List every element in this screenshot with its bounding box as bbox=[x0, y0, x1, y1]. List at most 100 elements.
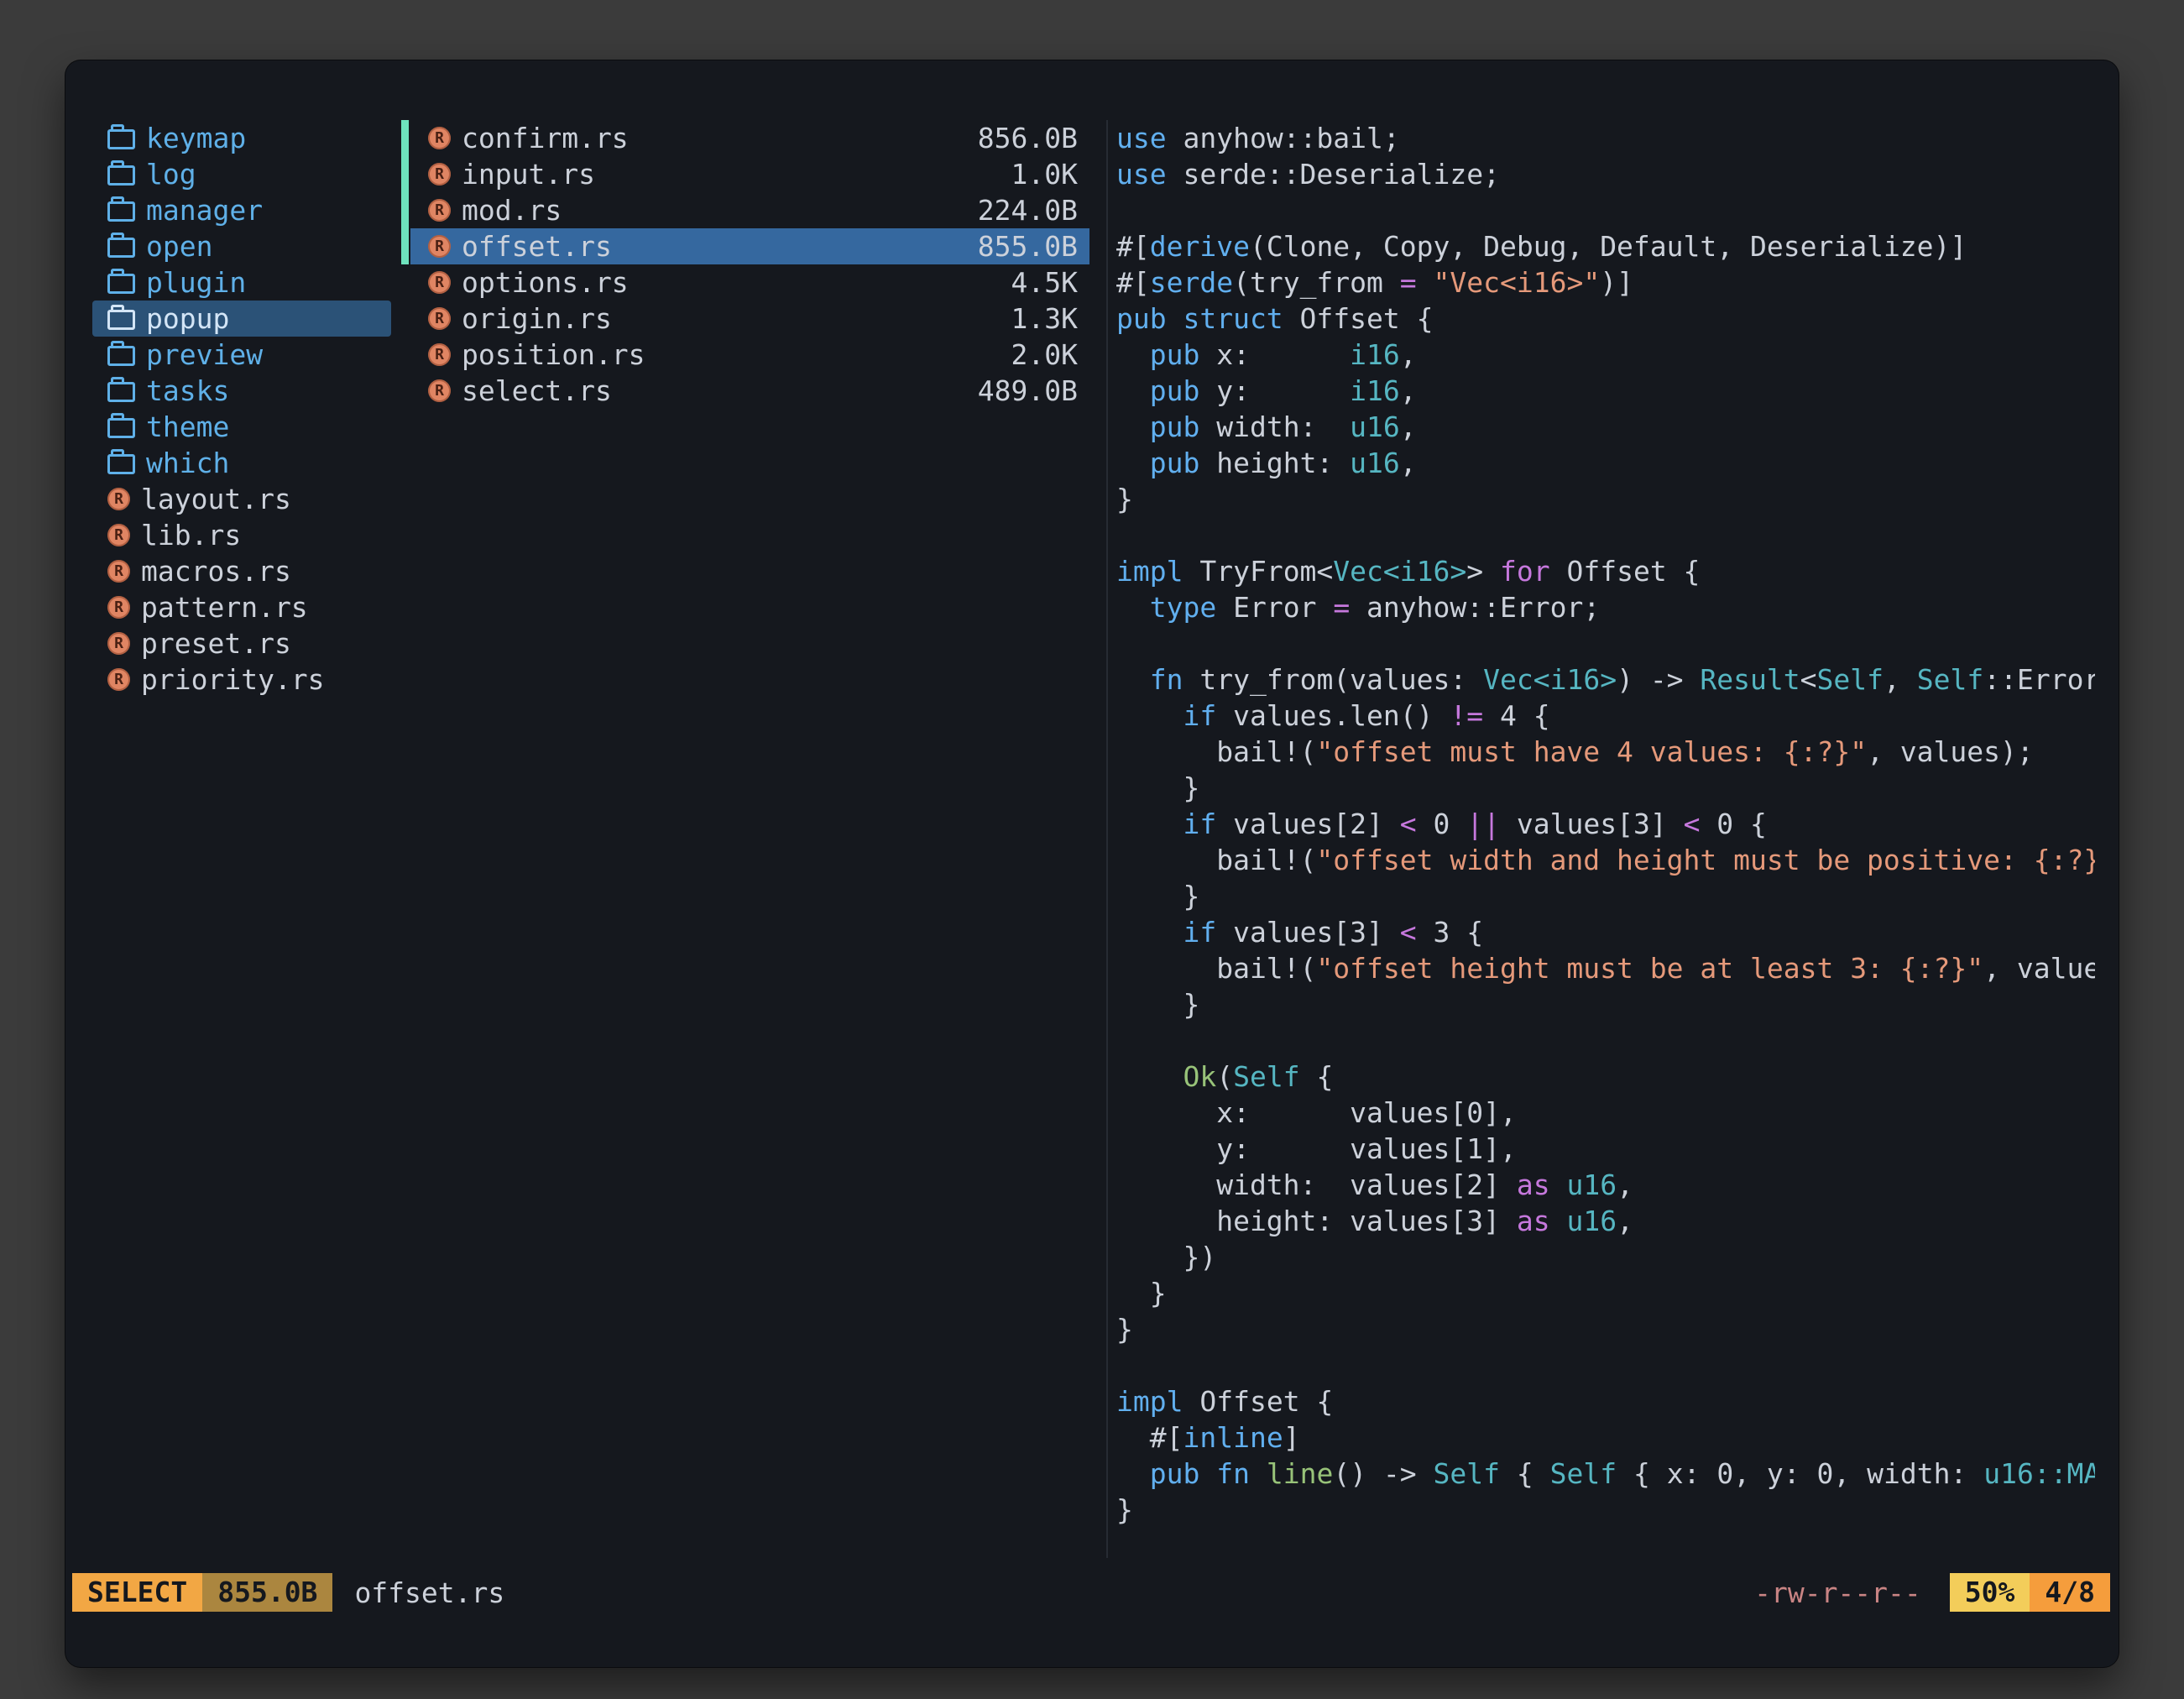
code-token bbox=[1417, 266, 1434, 299]
sidebar-item-theme[interactable]: theme bbox=[92, 409, 391, 445]
sidebar-item-macros-rs[interactable]: Rmacros.rs bbox=[92, 553, 391, 589]
rust-file-icon: R bbox=[107, 560, 130, 583]
code-token: ) -> bbox=[1617, 663, 1700, 696]
scroll-percent-badge: 50% bbox=[1950, 1573, 2030, 1612]
code-token: values.len() bbox=[1216, 699, 1450, 732]
code-token: serde::Deserialize; bbox=[1167, 158, 1500, 191]
item-label: lib.rs bbox=[141, 519, 241, 552]
code-token: pub struct bbox=[1116, 302, 1283, 335]
file-name: mod.rs bbox=[462, 194, 562, 227]
folder-icon bbox=[107, 165, 135, 186]
code-token: { bbox=[1500, 1457, 1550, 1490]
code-token: } bbox=[1116, 1277, 1167, 1310]
sidebar-item-preset-rs[interactable]: Rpreset.rs bbox=[92, 625, 391, 661]
code-token: u16 bbox=[1350, 410, 1400, 443]
sidebar-item-tasks[interactable]: tasks bbox=[92, 373, 391, 409]
code-line: }) bbox=[1116, 1239, 2095, 1275]
code-line: pub width: u16, bbox=[1116, 409, 2095, 445]
code-token: u16 bbox=[1350, 447, 1400, 479]
code-token: #[ bbox=[1116, 1421, 1183, 1454]
item-label: preview bbox=[146, 338, 263, 371]
code-token: , bbox=[1617, 1168, 1633, 1201]
code-token: , bbox=[1400, 447, 1417, 479]
folder-icon bbox=[107, 454, 135, 474]
code-token: ( bbox=[1216, 1060, 1233, 1093]
rust-file-icon: R bbox=[428, 199, 451, 222]
file-size: 4.5K bbox=[1011, 266, 1078, 299]
code-token bbox=[1250, 1457, 1267, 1490]
sidebar-item-preview[interactable]: preview bbox=[92, 337, 391, 373]
code-line: } bbox=[1116, 1492, 2095, 1528]
code-line bbox=[1116, 517, 2095, 553]
file-preview-pane[interactable]: use anyhow::bail;use serde::Deserialize;… bbox=[1116, 120, 2095, 1558]
file-size: 2.0K bbox=[1011, 338, 1078, 371]
sidebar-item-which[interactable]: which bbox=[92, 445, 391, 481]
sidebar-item-layout-rs[interactable]: Rlayout.rs bbox=[92, 481, 391, 517]
code-line bbox=[1116, 192, 2095, 228]
sidebar-item-open[interactable]: open bbox=[92, 228, 391, 264]
item-label: pattern.rs bbox=[141, 591, 308, 624]
code-token: bail!( bbox=[1116, 952, 1316, 985]
code-token: #[ bbox=[1116, 266, 1150, 299]
rust-file-icon: R bbox=[107, 488, 130, 510]
code-token: } bbox=[1116, 1493, 1133, 1526]
code-token: } bbox=[1116, 1313, 1133, 1346]
code-token: if bbox=[1183, 808, 1216, 840]
code-token: values[3] bbox=[1216, 916, 1400, 949]
code-token bbox=[1116, 916, 1183, 949]
code-token: u16 bbox=[1566, 1168, 1617, 1201]
code-token: try_from(values: bbox=[1183, 663, 1484, 696]
code-token bbox=[1116, 410, 1150, 443]
file-row-mod-rs[interactable]: Rmod.rs 224.0B bbox=[401, 192, 1089, 228]
code-line: height: values[3] as u16, bbox=[1116, 1203, 2095, 1239]
folder-icon bbox=[107, 274, 135, 294]
code-line: pub struct Offset { bbox=[1116, 301, 2095, 337]
file-row-offset-rs[interactable]: Roffset.rs855.0B bbox=[401, 228, 1089, 264]
sidebar-item-popup[interactable]: popup bbox=[92, 301, 391, 337]
code-line: #[derive(Clone, Copy, Debug, Default, De… bbox=[1116, 228, 2095, 264]
file-size-badge: 855.0B bbox=[202, 1573, 332, 1612]
file-row-input-rs[interactable]: Rinput.rs1.0K bbox=[401, 156, 1089, 192]
file-row-confirm-rs[interactable]: Rconfirm.rs856.0B bbox=[401, 120, 1089, 156]
rust-file-icon: R bbox=[107, 632, 130, 655]
code-token: = bbox=[1400, 266, 1417, 299]
file-size: 224.0B bbox=[978, 194, 1078, 227]
code-token: "offset height must be at least 3: {:?}" bbox=[1316, 952, 1983, 985]
file-row-options-rs[interactable]: Roptions.rs4.5K bbox=[401, 264, 1089, 301]
code-token: Self bbox=[1550, 1457, 1617, 1490]
code-line: if values[2] < 0 || values[3] < 0 { bbox=[1116, 806, 2095, 842]
code-token: anyhow::bail; bbox=[1167, 122, 1400, 154]
sidebar-item-lib-rs[interactable]: Rlib.rs bbox=[92, 517, 391, 553]
code-token: ::Error bbox=[1983, 663, 2095, 696]
file-row-position-rs[interactable]: Rposition.rs2.0K bbox=[401, 337, 1089, 373]
code-token: width: values[2] bbox=[1116, 1168, 1517, 1201]
rust-file-icon: R bbox=[428, 343, 451, 366]
code-token: 0 { bbox=[1700, 808, 1766, 840]
code-token: "offset must have 4 values: {:?}" bbox=[1316, 735, 1867, 768]
code-token: != bbox=[1450, 699, 1483, 732]
sidebar-item-plugin[interactable]: plugin bbox=[92, 264, 391, 301]
rust-file-icon: R bbox=[428, 163, 451, 186]
sidebar-item-manager[interactable]: manager bbox=[92, 192, 391, 228]
file-row-select-rs[interactable]: Rselect.rs489.0B bbox=[401, 373, 1089, 409]
code-token: Self bbox=[1817, 663, 1884, 696]
sidebar-item-log[interactable]: log bbox=[92, 156, 391, 192]
code-token: Self bbox=[1434, 1457, 1500, 1490]
item-label: open bbox=[146, 230, 212, 263]
sidebar-item-pattern-rs[interactable]: Rpattern.rs bbox=[92, 589, 391, 625]
file-manager-window: keymaplogmanageropenpluginpopuppreviewta… bbox=[65, 60, 2119, 1667]
code-token: 0 bbox=[1417, 808, 1467, 840]
rust-file-icon: R bbox=[107, 524, 130, 546]
sidebar-item-priority-rs[interactable]: Rpriority.rs bbox=[92, 661, 391, 698]
item-label: tasks bbox=[146, 374, 229, 407]
file-row-origin-rs[interactable]: Rorigin.rs1.3K bbox=[401, 301, 1089, 337]
code-token: "Vec<i16>" bbox=[1434, 266, 1601, 299]
code-token: height: values[3] bbox=[1116, 1205, 1517, 1237]
sidebar-item-keymap[interactable]: keymap bbox=[92, 120, 391, 156]
code-line: if values[3] < 3 { bbox=[1116, 914, 2095, 950]
item-label: plugin bbox=[146, 266, 246, 299]
code-line: bail!("offset width and height must be p… bbox=[1116, 842, 2095, 878]
code-token: { bbox=[1300, 1060, 1334, 1093]
item-label: which bbox=[146, 447, 229, 479]
code-line bbox=[1116, 1347, 2095, 1383]
